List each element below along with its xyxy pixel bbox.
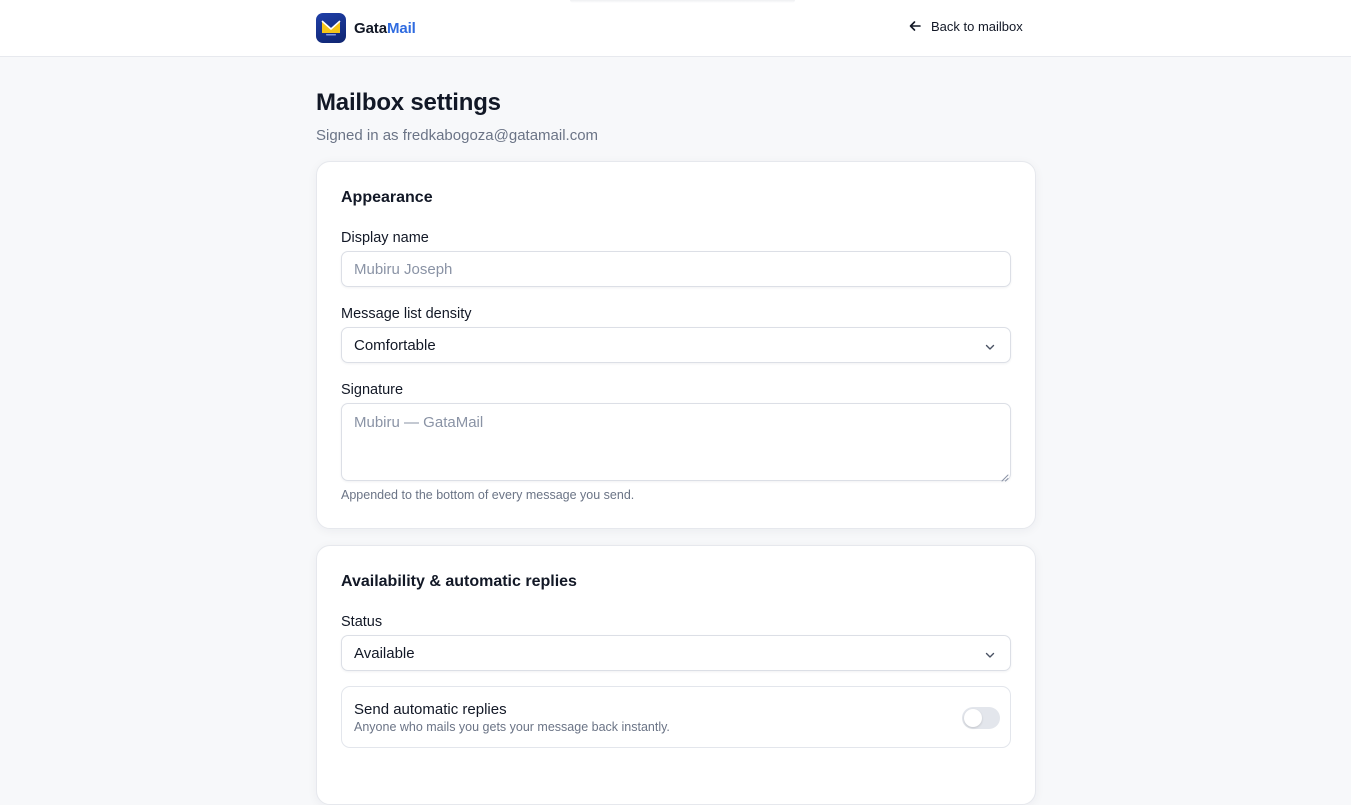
chevron-down-icon <box>984 648 996 665</box>
auto-reply-title: Send automatic replies <box>354 701 507 718</box>
chevron-down-icon <box>984 340 996 357</box>
top-bar: GataMail Back to mailbox <box>0 0 1351 57</box>
density-select-value: Comfortable <box>354 336 436 354</box>
signature-hint: Appended to the bottom of every message … <box>341 488 635 502</box>
toggle-knob <box>964 709 982 727</box>
page-subtitle: Signed in as fredkabogoza@gatamail.com <box>316 127 599 144</box>
auto-reply-row: Send automatic replies Anyone who mails … <box>341 686 1011 748</box>
arrow-left-icon <box>907 18 923 34</box>
density-label: Message list density <box>341 306 472 322</box>
appearance-card: Appearance Display name Message list den… <box>316 161 1036 529</box>
brand-name-part2: Mail <box>386 19 416 37</box>
brand-name-part1: Gata <box>354 19 387 37</box>
display-name-label: Display name <box>341 230 429 246</box>
display-name-input[interactable] <box>341 251 1011 287</box>
back-to-mailbox-link[interactable]: Back to mailbox <box>907 18 1023 34</box>
signature-textarea[interactable] <box>341 403 1011 481</box>
status-select[interactable]: Available <box>341 635 1011 671</box>
availability-title: Availability & automatic replies <box>341 573 577 590</box>
signature-label: Signature <box>341 382 404 398</box>
auto-reply-description: Anyone who mails you gets your message b… <box>354 720 670 734</box>
resize-handle-icon[interactable] <box>1001 469 1009 482</box>
status-select-value: Available <box>354 644 415 662</box>
density-select[interactable]: Comfortable <box>341 327 1011 363</box>
appearance-title: Appearance <box>341 189 433 206</box>
auto-reply-toggle[interactable] <box>962 707 1000 729</box>
status-label: Status <box>341 614 383 630</box>
mail-envelope-icon <box>316 13 346 43</box>
top-bar-shadow <box>570 0 795 3</box>
brand-name: GataMail <box>354 20 416 37</box>
page-title: Mailbox settings <box>316 89 501 116</box>
availability-card: Availability & automatic replies Status … <box>316 545 1036 805</box>
back-to-mailbox-label: Back to mailbox <box>931 18 1023 34</box>
brand[interactable]: GataMail <box>316 13 416 43</box>
